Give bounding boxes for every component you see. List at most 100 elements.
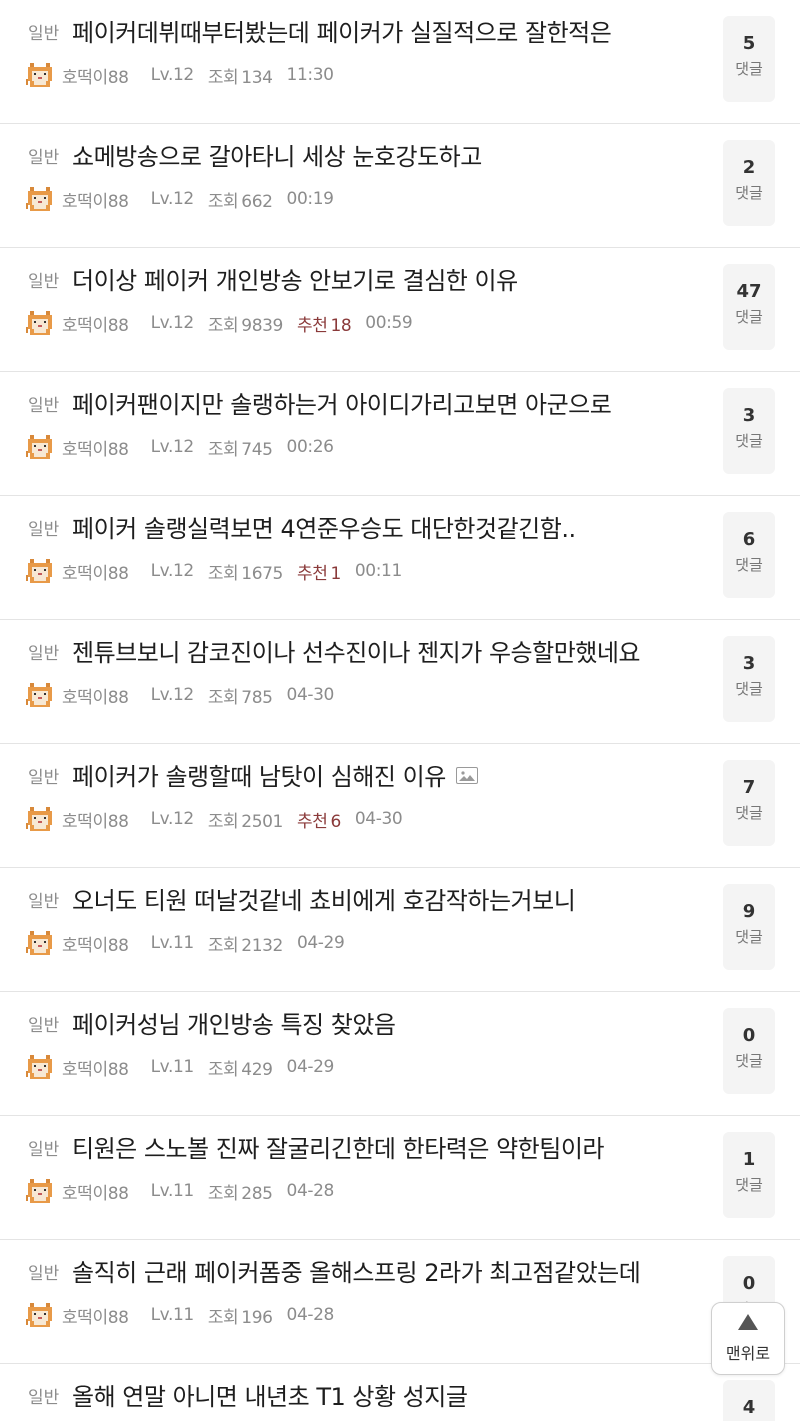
avatar xyxy=(26,309,54,337)
post-title[interactable]: 오너도 티원 떠날것같네 쵸비에게 호감작하는거보니 xyxy=(72,881,576,916)
avatar xyxy=(26,1301,54,1329)
views-count: 134 xyxy=(241,67,273,88)
avatar xyxy=(26,433,54,461)
comment-count-button[interactable]: 1 댓글 xyxy=(723,1132,775,1218)
post-title[interactable]: 티원은 스노볼 진짜 잘굴리긴한데 한타력은 약한팀이라 xyxy=(72,1129,604,1164)
post-meta: 호떡이88 Lv.12 조회 1675 추천 1 00:11 xyxy=(26,557,402,585)
post-title[interactable]: 페이커팬이지만 솔랭하는거 아이디가리고보면 아군으로 xyxy=(72,385,612,420)
views-label: 조회 xyxy=(207,1183,239,1204)
views-count: 785 xyxy=(241,687,273,708)
comment-count-button[interactable]: 3 댓글 xyxy=(723,388,775,474)
post-category: 일반 xyxy=(28,768,60,788)
author-level: Lv.12 xyxy=(150,809,195,829)
recommend-count: 1 xyxy=(330,563,341,584)
post-title-text: 페이커데뷔때부터봤는데 페이커가 실질적으로 잘한적은 xyxy=(72,19,612,47)
views-count: 196 xyxy=(241,1307,273,1328)
post-author[interactable]: 호떡이88 xyxy=(62,559,129,584)
post-category: 일반 xyxy=(28,520,60,540)
post-author[interactable]: 호떡이88 xyxy=(62,931,129,956)
post-views: 조회 745 xyxy=(208,435,273,460)
author-level: Lv.12 xyxy=(150,189,195,209)
comment-label: 댓글 xyxy=(735,556,763,574)
post-title-text: 쇼메방송으로 갈아타니 세상 눈호강도하고 xyxy=(72,143,482,171)
scroll-to-top-button[interactable]: 맨위로 xyxy=(711,1302,785,1375)
post-title-text: 티원은 스노볼 진짜 잘굴리긴한데 한타력은 약한팀이라 xyxy=(72,1135,604,1163)
post-item[interactable]: 일반 쇼메방송으로 갈아타니 세상 눈호강도하고 호떡이88 Lv.12 조회 66… xyxy=(0,124,800,248)
comment-label: 댓글 xyxy=(735,1052,763,1070)
avatar xyxy=(26,805,54,833)
comment-count-button[interactable]: 4 댓글 xyxy=(723,1380,775,1421)
post-meta: 호떡이88 Lv.11 조회 285 04-28 xyxy=(26,1177,334,1205)
post-author[interactable]: 호떡이88 xyxy=(62,1303,129,1328)
post-item[interactable]: 일반 티원은 스노볼 진짜 잘굴리긴한데 한타력은 약한팀이라 호떡이88 Lv.… xyxy=(0,1116,800,1240)
post-category: 일반 xyxy=(28,644,60,664)
post-item[interactable]: 일반 젠튜브보니 감코진이나 선수진이나 젠지가 우승할만했네요 호떡이88 Lv… xyxy=(0,620,800,744)
post-item[interactable]: 일반 페이커성님 개인방송 특징 찾았음 호떡이88 Lv.11 조회 429 04-… xyxy=(0,992,800,1116)
post-title-text: 페이커가 솔랭할때 남탓이 심해진 이유 xyxy=(72,763,446,791)
comment-count: 2 xyxy=(742,157,756,178)
post-title[interactable]: 올해 연말 아니면 내년초 T1 상황 성지글 xyxy=(72,1377,468,1412)
post-views: 조회 785 xyxy=(208,683,273,708)
post-time: 04-29 xyxy=(286,1057,335,1077)
post-category: 일반 xyxy=(28,1016,60,1036)
post-title[interactable]: 페이커데뷔때부터봤는데 페이커가 실질적으로 잘한적은 xyxy=(72,13,612,48)
views-count: 745 xyxy=(241,439,273,460)
post-title[interactable]: 더이상 페이커 개인방송 안보기로 결심한 이유 xyxy=(72,261,518,296)
recommend-label: 추천 xyxy=(296,315,328,336)
post-title[interactable]: 페이커 솔랭실력보면 4연준우승도 대단한것같긴함.. xyxy=(72,509,576,544)
comment-count-button[interactable]: 6 댓글 xyxy=(723,512,775,598)
post-category: 일반 xyxy=(28,1264,60,1284)
post-time: 04-30 xyxy=(354,809,403,829)
author-level: Lv.12 xyxy=(150,65,195,85)
post-item[interactable]: 일반 오너도 티원 떠날것같네 쵸비에게 호감작하는거보니 호떡이88 Lv.11… xyxy=(0,868,800,992)
avatar xyxy=(26,1053,54,1081)
comment-count-button[interactable]: 5 댓글 xyxy=(723,16,775,102)
post-author[interactable]: 호떡이88 xyxy=(62,187,129,212)
post-title[interactable]: 솔직히 근래 페이커폼중 올해스프링 2라가 최고점같았는데 xyxy=(72,1253,641,1288)
author-level: Lv.11 xyxy=(150,1057,195,1077)
comment-label: 댓글 xyxy=(735,680,763,698)
views-count: 2132 xyxy=(241,935,283,956)
post-title[interactable]: 쇼메방송으로 갈아타니 세상 눈호강도하고 xyxy=(72,137,482,172)
post-item[interactable]: 일반 올해 연말 아니면 내년초 T1 상황 성지글 4 댓글 xyxy=(0,1364,800,1421)
post-author[interactable]: 호떡이88 xyxy=(62,1055,129,1080)
post-author[interactable]: 호떡이88 xyxy=(62,63,129,88)
post-title[interactable]: 젠튜브보니 감코진이나 선수진이나 젠지가 우승할만했네요 xyxy=(72,633,641,668)
comment-count-button[interactable]: 9 댓글 xyxy=(723,884,775,970)
post-title[interactable]: 페이커가 솔랭할때 남탓이 심해진 이유 xyxy=(72,757,478,792)
post-meta: 호떡이88 Lv.12 조회 2501 추천 6 04-30 xyxy=(26,805,403,833)
comment-count-button[interactable]: 47 댓글 xyxy=(723,264,775,350)
post-time: 04-29 xyxy=(296,933,345,953)
post-views: 조회 285 xyxy=(208,1179,273,1204)
post-meta: 호떡이88 Lv.12 조회 745 00:26 xyxy=(26,433,334,461)
comment-count-button[interactable]: 3 댓글 xyxy=(723,636,775,722)
comment-count-button[interactable]: 7 댓글 xyxy=(723,760,775,846)
views-count: 285 xyxy=(241,1183,273,1204)
comment-count-button[interactable]: 2 댓글 xyxy=(723,140,775,226)
post-item[interactable]: 일반 페이커 솔랭실력보면 4연준우승도 대단한것같긴함.. 호떡이88 Lv.1… xyxy=(0,496,800,620)
post-author[interactable]: 호떡이88 xyxy=(62,807,129,832)
comment-count-button[interactable]: 0 댓글 xyxy=(723,1008,775,1094)
post-item[interactable]: 일반 페이커가 솔랭할때 남탓이 심해진 이유 호떡이88 Lv.12 조회 250… xyxy=(0,744,800,868)
post-title-text: 더이상 페이커 개인방송 안보기로 결심한 이유 xyxy=(72,267,518,295)
comment-count: 7 xyxy=(742,777,756,798)
post-author[interactable]: 호떡이88 xyxy=(62,1179,129,1204)
views-label: 조회 xyxy=(207,1307,239,1328)
post-author[interactable]: 호떡이88 xyxy=(62,683,129,708)
post-author[interactable]: 호떡이88 xyxy=(62,311,129,336)
post-author[interactable]: 호떡이88 xyxy=(62,435,129,460)
post-item[interactable]: 일반 솔직히 근래 페이커폼중 올해스프링 2라가 최고점같았는데 호떡이88 L… xyxy=(0,1240,800,1364)
author-level: Lv.12 xyxy=(150,561,195,581)
post-meta: 호떡이88 Lv.11 조회 429 04-29 xyxy=(26,1053,334,1081)
post-time: 00:11 xyxy=(354,561,402,581)
post-item[interactable]: 일반 페이커팬이지만 솔랭하는거 아이디가리고보면 아군으로 호떡이88 Lv.1… xyxy=(0,372,800,496)
views-label: 조회 xyxy=(207,67,239,88)
post-item[interactable]: 일반 페이커데뷔때부터봤는데 페이커가 실질적으로 잘한적은 호떡이88 Lv.1… xyxy=(0,0,800,124)
avatar xyxy=(26,557,54,585)
post-title[interactable]: 페이커성님 개인방송 특징 찾았음 xyxy=(72,1005,396,1040)
post-meta: 호떡이88 Lv.12 조회 785 04-30 xyxy=(26,681,334,709)
post-title-text: 페이커팬이지만 솔랭하는거 아이디가리고보면 아군으로 xyxy=(72,391,612,419)
post-category: 일반 xyxy=(28,148,60,168)
post-item[interactable]: 일반 더이상 페이커 개인방송 안보기로 결심한 이유 호떡이88 Lv.12 조… xyxy=(0,248,800,372)
post-meta: 호떡이88 Lv.12 조회 662 00:19 xyxy=(26,185,334,213)
